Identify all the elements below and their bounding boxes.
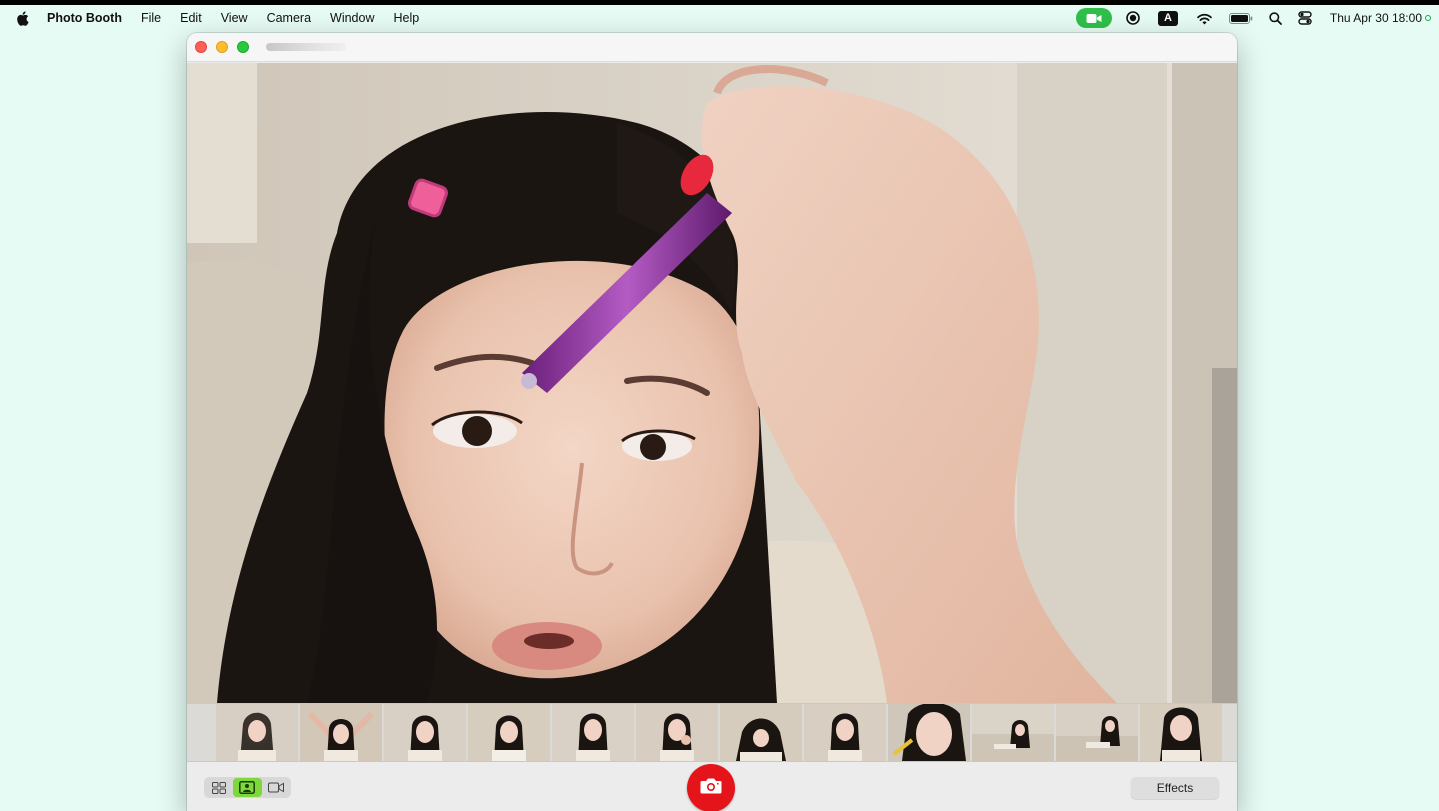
view-mode-segmented-control xyxy=(204,777,291,798)
input-source-badge: A xyxy=(1157,10,1178,26)
filmstrip-thumbnail[interactable] xyxy=(468,704,550,761)
camera-icon xyxy=(700,777,722,799)
grid-view-icon[interactable] xyxy=(205,778,233,797)
apple-logo-icon[interactable] xyxy=(16,10,30,26)
filmstrip-thumbnail[interactable] xyxy=(1056,704,1138,761)
single-photo-icon[interactable] xyxy=(233,778,262,797)
control-center-icon[interactable] xyxy=(1298,11,1312,25)
window-title xyxy=(266,43,346,51)
filmstrip-thumbnail[interactable] xyxy=(216,704,298,761)
filmstrip-thumbnail[interactable] xyxy=(804,704,886,761)
filmstrip-thumbnail[interactable] xyxy=(552,704,634,761)
camera-feed-image xyxy=(187,63,1237,703)
menu-file[interactable]: File xyxy=(141,11,161,25)
close-button[interactable] xyxy=(195,41,207,53)
menu-clock[interactable]: Thu Apr 30 18:00 xyxy=(1330,11,1422,25)
photo-booth-window: Effects xyxy=(187,33,1237,811)
filmstrip-thumbnail[interactable] xyxy=(972,704,1054,761)
filmstrip-thumbnail[interactable] xyxy=(1140,704,1222,761)
bottom-toolbar: Effects xyxy=(187,762,1237,811)
filmstrip-thumbnail[interactable] xyxy=(720,704,802,761)
photo-filmstrip xyxy=(187,703,1237,762)
status-menu-area: A Thu Apr 30 18:00 xyxy=(1075,5,1431,31)
menu-edit[interactable]: Edit xyxy=(180,11,202,25)
spotlight-search-icon[interactable] xyxy=(1269,11,1282,25)
menu-window[interactable]: Window xyxy=(330,11,374,25)
filmstrip-thumbnail[interactable] xyxy=(888,704,970,761)
camera-preview xyxy=(187,63,1237,703)
filmstrip-thumbnail[interactable] xyxy=(384,704,466,761)
wifi-icon[interactable] xyxy=(1196,12,1213,25)
menu-app-name[interactable]: Photo Booth xyxy=(47,11,122,25)
menu-camera[interactable]: Camera xyxy=(267,11,311,25)
title-bar[interactable] xyxy=(187,33,1237,62)
screen-record-icon[interactable] xyxy=(1126,11,1140,25)
filmstrip-thumbnail[interactable] xyxy=(636,704,718,761)
minimize-button[interactable] xyxy=(216,41,228,53)
battery-icon[interactable] xyxy=(1228,12,1253,24)
status-dot-icon xyxy=(1425,15,1431,21)
filmstrip-thumbnail[interactable] xyxy=(300,704,382,761)
menu-help[interactable]: Help xyxy=(394,11,420,25)
input-source-icon[interactable]: A xyxy=(1157,10,1178,26)
camera-in-use-icon[interactable] xyxy=(1075,8,1112,28)
zoom-button[interactable] xyxy=(237,41,249,53)
video-mode-icon[interactable] xyxy=(262,778,290,797)
take-photo-button[interactable] xyxy=(687,764,735,811)
effects-button[interactable]: Effects xyxy=(1131,777,1219,799)
menu-view[interactable]: View xyxy=(221,11,248,25)
